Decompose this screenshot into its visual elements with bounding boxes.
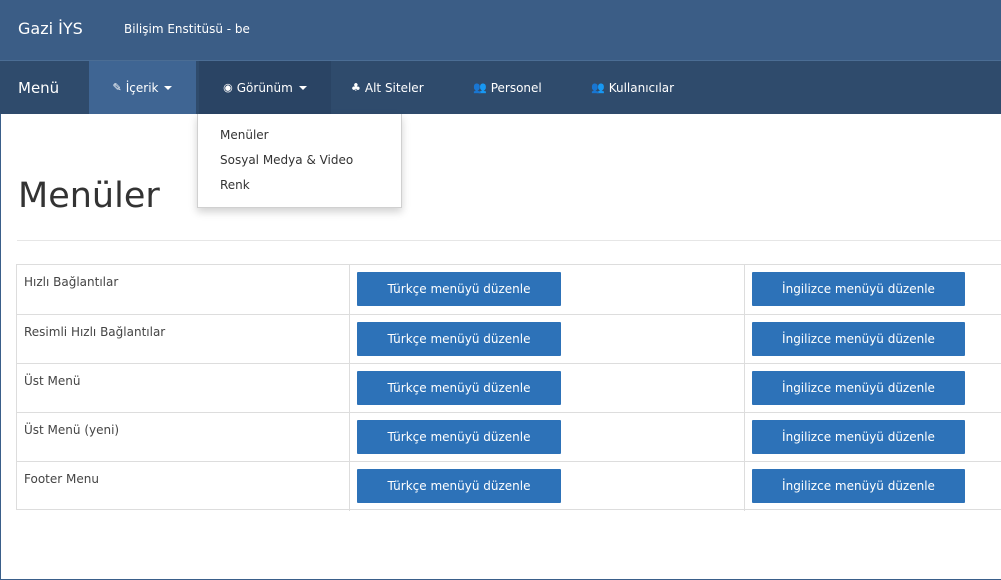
edit-icon: ✎: [112, 81, 122, 94]
edit-english-menu-button[interactable]: İngilizce menüyü düzenle: [752, 322, 965, 356]
column-divider: [349, 413, 350, 462]
nav-item-view-label: Görünüm: [236, 80, 293, 95]
nav-menu-label-text: Menü: [18, 78, 60, 97]
nav-item-content[interactable]: ✎ İçerik: [89, 61, 196, 114]
main-navbar: Menü ✎ İçerik ◉ Görünüm ♣ Alt Siteler 👥 …: [0, 60, 1001, 114]
menu-name: Üst Menü (yeni): [24, 423, 120, 437]
column-divider: [744, 462, 745, 511]
view-dropdown-menu: Menüler Sosyal Medya & Video Renk: [197, 114, 402, 208]
users-icon: 👥: [591, 81, 605, 94]
column-divider: [744, 315, 745, 364]
nav-item-subsites[interactable]: ♣ Alt Siteler: [351, 61, 424, 114]
sitemap-icon: ♣: [351, 81, 361, 94]
column-divider: [744, 265, 745, 314]
table-row: Üst Menü (yeni) Türkçe menüyü düzenle İn…: [17, 412, 1001, 462]
column-divider: [349, 462, 350, 511]
site-name[interactable]: Bilişim Enstitüsü - be: [124, 22, 250, 36]
edit-english-menu-button[interactable]: İngilizce menüyü düzenle: [752, 272, 965, 306]
nav-item-staff[interactable]: 👥 Personel: [473, 61, 542, 114]
menu-name: Footer Menu: [24, 472, 99, 486]
top-header: Gazi İYS Bilişim Enstitüsü - be: [0, 0, 1001, 60]
nav-item-users-label: Kullanıcılar: [608, 80, 675, 95]
nav-item-subsites-label: Alt Siteler: [364, 80, 424, 95]
users-icon: 👥: [473, 81, 487, 94]
edit-turkish-menu-button[interactable]: Türkçe menüyü düzenle: [357, 272, 561, 306]
edit-english-menu-button[interactable]: İngilizce menüyü düzenle: [752, 469, 965, 503]
table-row: Üst Menü Türkçe menüyü düzenle İngilizce…: [17, 363, 1001, 413]
edit-turkish-menu-button[interactable]: Türkçe menüyü düzenle: [357, 322, 561, 356]
edit-turkish-menu-button[interactable]: Türkçe menüyü düzenle: [357, 420, 561, 454]
caret-down-icon: [164, 85, 173, 90]
table-row: Footer Menu Türkçe menüyü düzenle İngili…: [17, 461, 1001, 511]
dropdown-item-menus[interactable]: Menüler: [220, 128, 269, 142]
menus-table: Hızlı Bağlantılar Türkçe menüyü düzenle …: [16, 264, 1001, 511]
column-divider: [349, 265, 350, 314]
table-row: Hızlı Bağlantılar Türkçe menüyü düzenle …: [17, 265, 1001, 314]
brand-logo-text[interactable]: Gazi İYS: [18, 19, 83, 38]
nav-item-users[interactable]: 👥 Kullanıcılar: [591, 61, 674, 114]
title-divider: [17, 240, 1001, 241]
table-row: Resimli Hızlı Bağlantılar Türkçe menüyü …: [17, 314, 1001, 364]
eye-icon: ◉: [223, 81, 233, 94]
edit-turkish-menu-button[interactable]: Türkçe menüyü düzenle: [357, 469, 561, 503]
caret-down-icon: [298, 85, 307, 90]
nav-item-content-label: İçerik: [125, 80, 159, 95]
menu-name: Üst Menü: [24, 374, 81, 388]
column-divider: [349, 315, 350, 364]
edit-turkish-menu-button[interactable]: Türkçe menüyü düzenle: [357, 371, 561, 405]
nav-item-staff-label: Personel: [490, 80, 542, 95]
menu-name: Resimli Hızlı Bağlantılar: [24, 325, 166, 339]
page-title: Menüler: [18, 176, 160, 216]
column-divider: [744, 364, 745, 413]
column-divider: [349, 364, 350, 413]
edit-english-menu-button[interactable]: İngilizce menüyü düzenle: [752, 420, 965, 454]
nav-item-view[interactable]: ◉ Görünüm: [199, 61, 331, 114]
dropdown-item-color[interactable]: Renk: [220, 178, 250, 192]
column-divider: [744, 413, 745, 462]
menu-name: Hızlı Bağlantılar: [24, 275, 119, 289]
edit-english-menu-button[interactable]: İngilizce menüyü düzenle: [752, 371, 965, 405]
dropdown-item-social-media-video[interactable]: Sosyal Medya & Video: [220, 153, 353, 167]
nav-menu-label: Menü: [18, 61, 59, 114]
